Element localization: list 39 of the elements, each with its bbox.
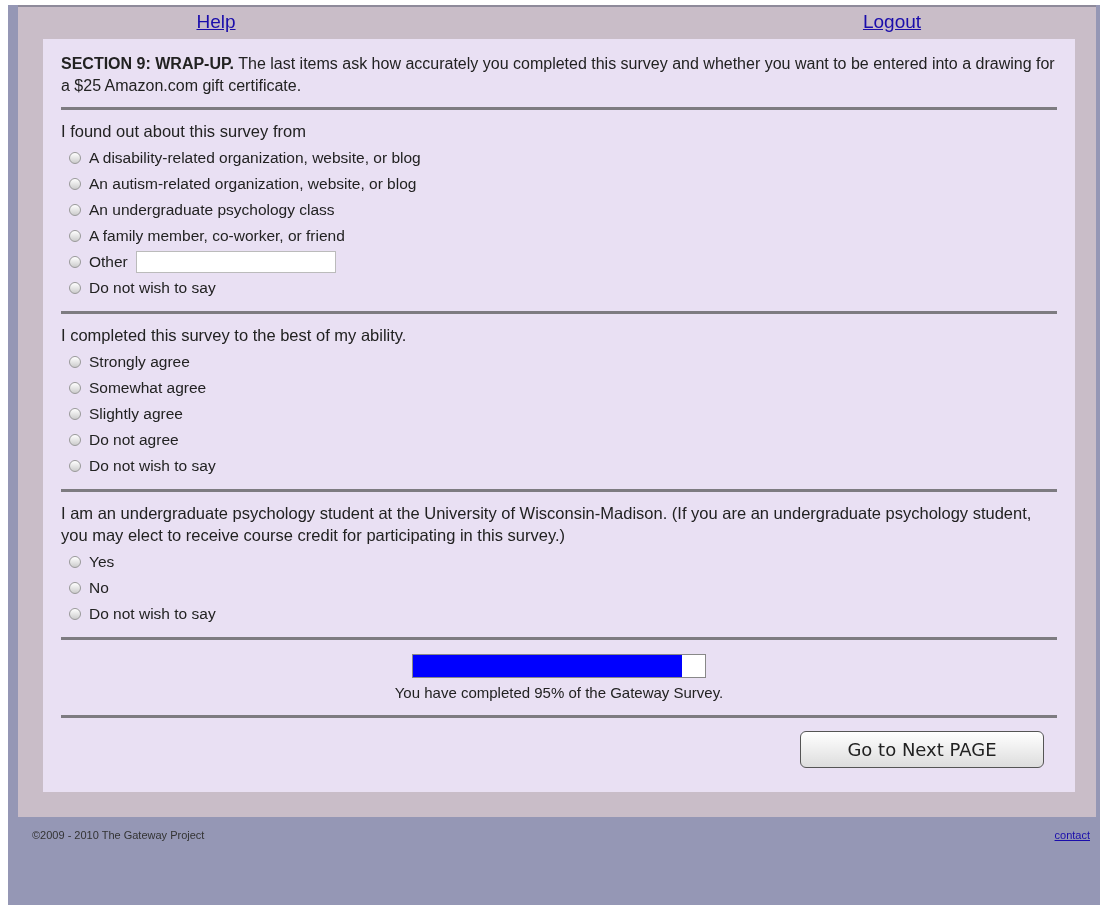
option-label: Slightly agree [89,405,183,423]
option-label: An undergraduate psychology class [89,201,335,219]
section-intro: SECTION 9: WRAP-UP. The last items ask how accurately you completed this survey and whether you want to be entered into a drawing for a $25 Amazon.com gift certificate. [61,54,1056,96]
question-prompt: I completed this survey to the best of my ability. [61,325,408,346]
radio-button[interactable] [69,204,81,216]
radio-button[interactable] [69,556,81,568]
radio-button[interactable] [69,434,81,446]
radio-button[interactable] [69,608,81,620]
copyright-text: ©2009 - 2010 The Gateway Project [32,829,205,841]
contact-link[interactable]: contact [1054,829,1090,841]
option-label: Other [89,253,128,271]
nav-link[interactable]: Help [196,11,236,33]
radio-button[interactable] [69,356,81,368]
radio-button[interactable] [69,152,81,164]
option-label: Strongly agree [89,353,190,371]
option-label: A disability-related organization, website, or blog [89,149,421,167]
radio-button[interactable] [69,382,81,394]
option-label: Yes [89,553,115,571]
other-text-field[interactable] [135,251,336,273]
radio-button[interactable] [69,582,81,594]
option-label: An autism-related organization, website, or blog [89,175,417,193]
radio-button[interactable] [69,230,81,242]
radio-button[interactable] [69,256,81,268]
option-label: No [89,579,109,597]
question-prompt: I am an undergraduate psychology student at the University of Wisconsin-Madison. (If you are an undergraduate psychology student, you may elect to receive course credit for participating in this survey.) [61,503,1033,546]
radio-button[interactable] [69,408,81,420]
progress-caption: You have completed 95% of the Gateway Survey. [394,684,724,701]
option-label: Do not wish to say [89,279,216,297]
radio-button[interactable] [69,178,81,190]
radio-button[interactable] [69,460,81,472]
next-page-button[interactable]: Go to Next PAGE [800,731,1044,768]
question-prompt: I found out about this survey from [61,121,307,142]
radio-button[interactable] [69,282,81,294]
option-label: Do not agree [89,431,179,449]
option-label: Somewhat agree [89,379,207,397]
option-label: A family member, co-worker, or friend [89,227,345,245]
option-label: Do not wish to say [89,605,216,623]
option-label: Do not wish to say [89,457,216,475]
nav-link[interactable]: Logout [862,11,922,33]
